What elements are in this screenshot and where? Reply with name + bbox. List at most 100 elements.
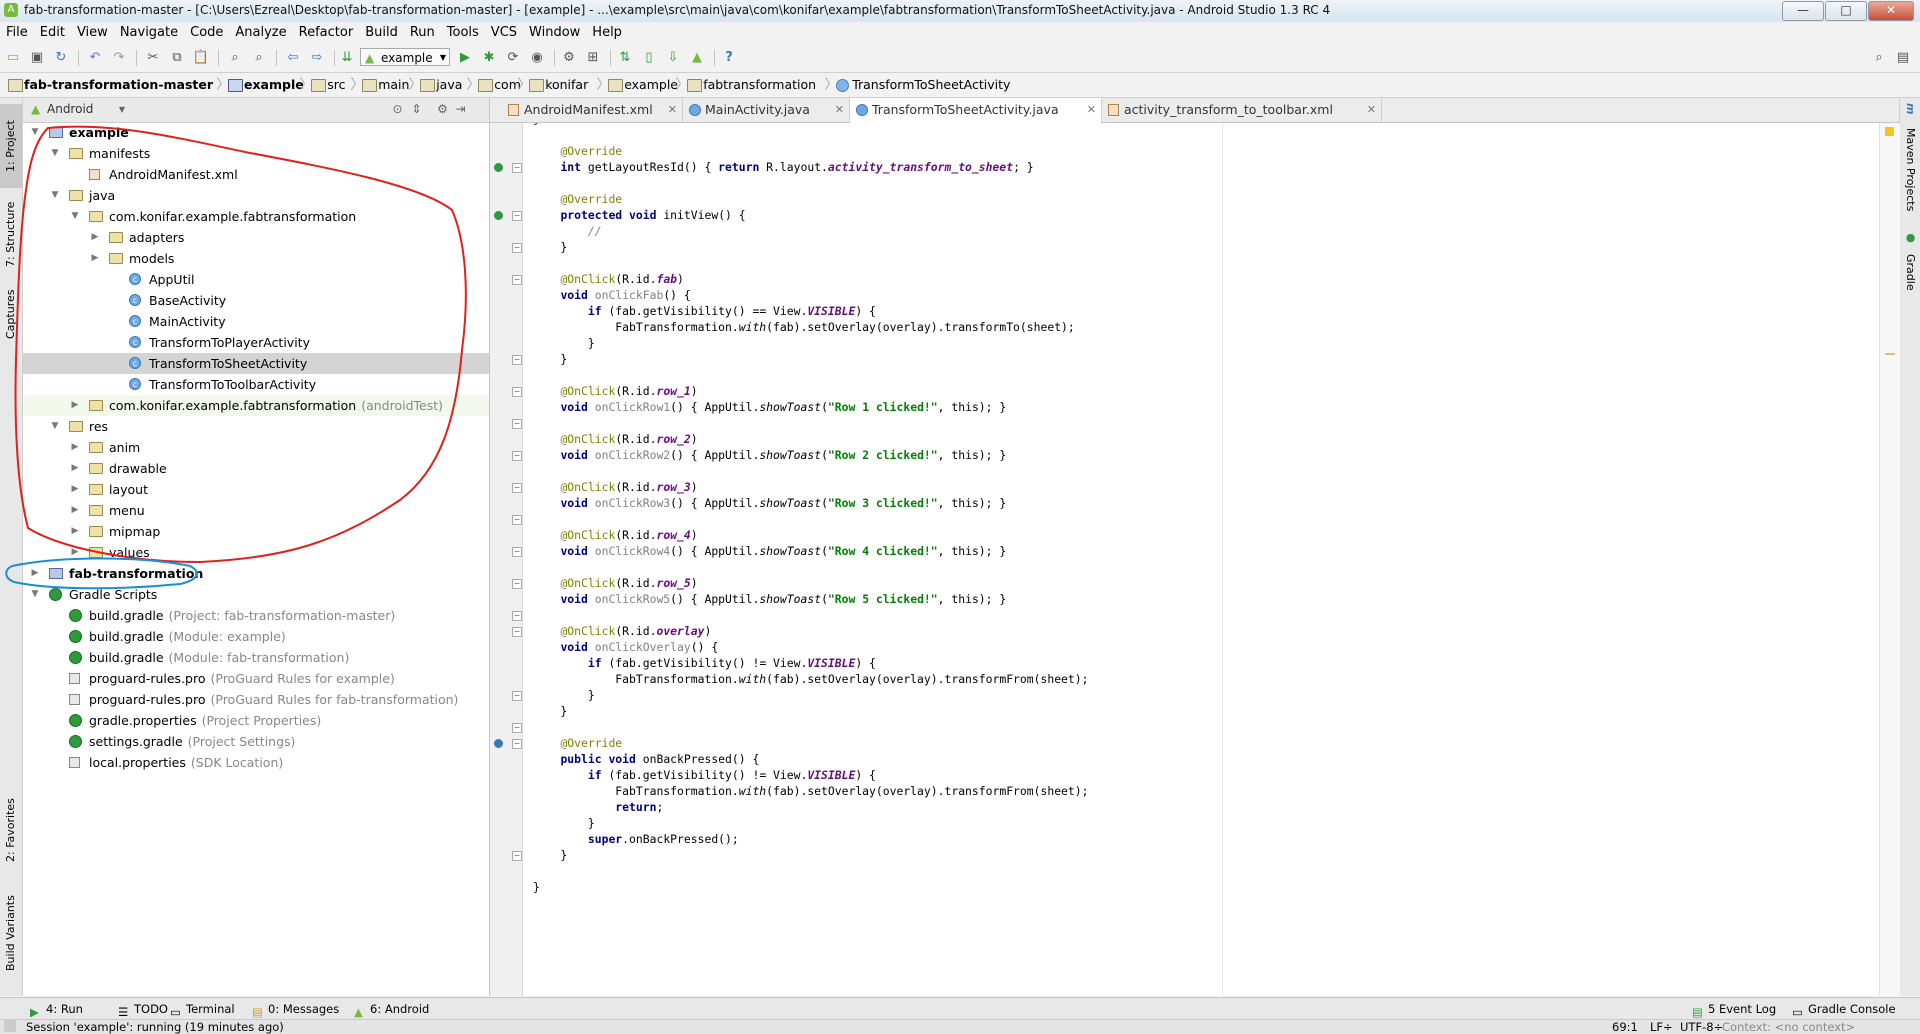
- menu-build[interactable]: Build: [359, 22, 404, 44]
- editor-tab[interactable]: activity_transform_to_toolbar.xml ✕: [1102, 98, 1382, 122]
- favorites-tool-tab[interactable]: 2: Favorites: [0, 788, 22, 872]
- tree-item[interactable]: gradle.properties (Project Properties): [23, 710, 489, 731]
- todo-tool-tab[interactable]: ☰ TODO: [116, 1000, 168, 1019]
- close-button[interactable]: ✕: [1868, 1, 1914, 21]
- menu-navigate[interactable]: Navigate: [114, 22, 184, 44]
- collapsed-arrow-icon[interactable]: ▶: [69, 521, 81, 542]
- structure-tool-tab[interactable]: 7: Structure: [0, 192, 22, 276]
- tree-item[interactable]: ▼ Gradle Scripts: [23, 584, 489, 605]
- tree-item[interactable]: ▼ java: [23, 185, 489, 206]
- android-tool-tab[interactable]: ▲ 6: Android: [352, 1000, 429, 1019]
- fold-marker-icon[interactable]: −: [512, 275, 522, 285]
- code-line[interactable]: @Override: [533, 143, 622, 159]
- expanded-arrow-icon[interactable]: ▼: [69, 206, 81, 227]
- override-marker-icon[interactable]: [494, 211, 503, 220]
- terminal-tool-tab[interactable]: ▭ Terminal: [168, 1000, 235, 1019]
- code-line[interactable]: void onClickFab() {: [533, 287, 690, 303]
- code-line[interactable]: void onClickOverlay() {: [533, 639, 718, 655]
- tree-item[interactable]: local.properties (SDK Location): [23, 752, 489, 773]
- fold-marker-icon[interactable]: −: [512, 243, 522, 253]
- captures-tool-tab[interactable]: Captures: [0, 282, 22, 346]
- override-marker-icon[interactable]: [494, 163, 503, 172]
- menu-tools[interactable]: Tools: [441, 22, 485, 44]
- build-variants-tool-tab[interactable]: Build Variants: [0, 888, 22, 978]
- collapse-all-icon[interactable]: ⇕: [409, 102, 424, 117]
- expanded-arrow-icon[interactable]: ▼: [29, 122, 41, 143]
- avd-manager-icon[interactable]: ▯: [640, 49, 658, 67]
- file-encoding[interactable]: UTF-8÷: [1680, 1020, 1723, 1034]
- tree-item[interactable]: c TransformToToolbarActivity: [23, 374, 489, 395]
- menu-help[interactable]: Help: [586, 22, 628, 44]
- tree-item[interactable]: c TransformToSheetActivity: [23, 353, 489, 374]
- tree-item[interactable]: proguard-rules.pro (ProGuard Rules for fa…: [23, 689, 489, 710]
- code-line[interactable]: return;: [533, 799, 663, 815]
- line-separator[interactable]: LF÷: [1650, 1020, 1673, 1034]
- search-everywhere-icon[interactable]: ⌕: [1870, 49, 1888, 67]
- fold-marker-icon[interactable]: −: [512, 627, 522, 637]
- tree-item[interactable]: c TransformToPlayerActivity: [23, 332, 489, 353]
- make-project-icon[interactable]: ⇊: [338, 49, 356, 67]
- gradle-sync-icon[interactable]: ⇅: [616, 49, 634, 67]
- code-line[interactable]: }: [533, 687, 595, 703]
- coverage-icon[interactable]: ◉: [528, 49, 546, 67]
- event-icon[interactable]: ▤: [1894, 49, 1912, 67]
- code-line[interactable]: }: [533, 239, 567, 255]
- code-line[interactable]: void onClickRow1() { AppUtil.showToast("…: [533, 399, 1006, 415]
- gradle-tool-tab[interactable]: Gradle: [1900, 246, 1920, 298]
- code-line[interactable]: public void onBackPressed() {: [533, 751, 759, 767]
- tree-item[interactable]: ▶ fab-transformation: [23, 563, 489, 584]
- breadcrumb-item[interactable]: fabtransformation: [685, 76, 816, 94]
- sync-icon[interactable]: ↻: [52, 49, 70, 67]
- code-line[interactable]: super.onBackPressed();: [533, 831, 739, 847]
- fold-marker-icon[interactable]: −: [512, 547, 522, 557]
- tree-item[interactable]: ▼ res: [23, 416, 489, 437]
- gradle-console-tool-tab[interactable]: ▭ Gradle Console: [1790, 1000, 1896, 1019]
- fold-marker-icon[interactable]: −: [512, 355, 522, 365]
- code-line[interactable]: @OnClick(R.id.row_1): [533, 383, 697, 399]
- breadcrumb-item[interactable]: TransformToSheetActivity: [834, 76, 1010, 94]
- code-line[interactable]: void onClickRow4() { AppUtil.showToast("…: [533, 543, 1006, 559]
- fold-marker-icon[interactable]: −: [512, 451, 522, 461]
- menu-edit[interactable]: Edit: [34, 22, 71, 44]
- replace-icon[interactable]: ⌕: [250, 49, 268, 67]
- menu-file[interactable]: File: [0, 22, 34, 44]
- code-line[interactable]: }: [533, 335, 595, 351]
- fold-marker-icon[interactable]: −: [512, 579, 522, 589]
- run-icon[interactable]: ▶: [456, 49, 474, 67]
- save-all-icon[interactable]: ▣: [28, 49, 46, 67]
- expanded-arrow-icon[interactable]: ▼: [49, 143, 61, 164]
- close-tab-icon[interactable]: ✕: [668, 98, 677, 122]
- minimize-button[interactable]: —: [1782, 1, 1824, 21]
- editor-error-stripe[interactable]: [1879, 123, 1900, 996]
- editor-tab[interactable]: MainActivity.java ✕: [683, 98, 850, 122]
- back-icon[interactable]: ⇦: [284, 49, 302, 67]
- tree-item[interactable]: c AppUtil: [23, 269, 489, 290]
- collapsed-arrow-icon[interactable]: ▶: [89, 248, 101, 269]
- fold-marker-icon[interactable]: −: [512, 851, 522, 861]
- breadcrumb-item[interactable]: main: [360, 76, 409, 94]
- menu-vcs[interactable]: VCS: [485, 22, 523, 44]
- collapsed-arrow-icon[interactable]: ▶: [69, 542, 81, 563]
- tree-item[interactable]: settings.gradle (Project Settings): [23, 731, 489, 752]
- menu-view[interactable]: View: [71, 22, 114, 44]
- code-line[interactable]: @OnClick(R.id.row_5): [533, 575, 697, 591]
- close-tab-icon[interactable]: ✕: [1367, 98, 1376, 122]
- tree-item[interactable]: ▶ layout: [23, 479, 489, 500]
- tree-item[interactable]: ▼ com.konifar.example.fabtransformation: [23, 206, 489, 227]
- code-line[interactable]: }: [533, 123, 540, 127]
- fold-marker-icon[interactable]: −: [512, 611, 522, 621]
- collapsed-arrow-icon[interactable]: ▶: [89, 227, 101, 248]
- code-line[interactable]: if (fab.getVisibility() != View.VISIBLE)…: [533, 655, 876, 671]
- open-icon[interactable]: ▭: [4, 49, 22, 67]
- project-tool-tab[interactable]: 1: Project: [0, 104, 22, 188]
- collapsed-arrow-icon[interactable]: ▶: [69, 437, 81, 458]
- breadcrumb-item[interactable]: konifar: [527, 76, 588, 94]
- debug-icon[interactable]: ✱: [480, 49, 498, 67]
- code-line[interactable]: protected void initView() {: [533, 207, 745, 223]
- help-icon[interactable]: ?: [720, 49, 738, 67]
- editor-tab[interactable]: TransformToSheetActivity.java ✕: [850, 98, 1102, 123]
- tree-item[interactable]: ▶ menu: [23, 500, 489, 521]
- find-icon[interactable]: ⌕: [226, 49, 244, 67]
- code-line[interactable]: //: [533, 223, 602, 239]
- code-line[interactable]: if (fab.getVisibility() == View.VISIBLE)…: [533, 303, 876, 319]
